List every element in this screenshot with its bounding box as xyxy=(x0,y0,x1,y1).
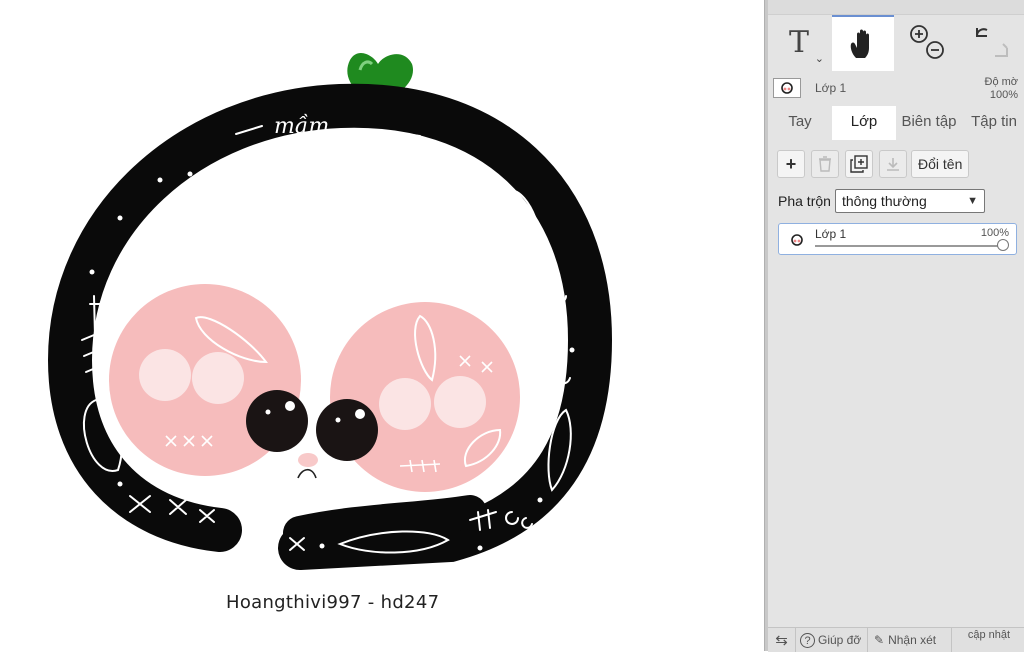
side-panel: T ⌄ Lớp 1 Độ mờ 100% Tay Lớp Biên tập Tậ… xyxy=(768,0,1024,652)
rename-layer-button[interactable]: Đổi tên xyxy=(911,150,970,178)
duplicate-layer-button[interactable] xyxy=(845,150,873,178)
update-link[interactable]: cập nhật xyxy=(954,630,1024,641)
face-mouth xyxy=(297,453,318,479)
merge-down-button[interactable] xyxy=(879,150,907,178)
duplicate-icon xyxy=(850,155,868,173)
artwork-label: mầm xyxy=(274,113,329,139)
help-icon: ? xyxy=(800,632,815,648)
panel-footer: ⇆ ? Giúp đỡ ✎ Nhận xét cập nhật xyxy=(768,627,1024,652)
current-layer-name: Lớp 1 xyxy=(815,81,847,95)
zoom-tool-button[interactable] xyxy=(896,15,958,69)
zoom-in-out-icon xyxy=(910,25,944,59)
artwork: mầm xyxy=(47,52,613,570)
chevron-down-icon[interactable]: ⌄ xyxy=(815,52,824,65)
blend-mode-label: Pha trộn xyxy=(778,193,831,209)
tool-row: T ⌄ xyxy=(768,15,1024,71)
blend-mode-value: thông thường xyxy=(842,193,927,209)
layer-opacity-slider[interactable] xyxy=(815,245,1003,247)
delete-layer-button[interactable] xyxy=(811,150,839,178)
trash-icon xyxy=(819,156,831,172)
drawing-canvas[interactable]: mầm Hoangthivi997 - hd247 xyxy=(0,0,764,651)
slider-handle[interactable] xyxy=(997,239,1009,251)
current-layer-info: Lớp 1 Độ mờ 100% xyxy=(768,70,1024,106)
layer-thumbnail[interactable] xyxy=(773,78,801,98)
undo-redo-button[interactable] xyxy=(960,15,1022,69)
swap-panel-button[interactable]: ⇆ xyxy=(768,628,796,652)
opacity-readout[interactable]: Độ mờ 100% xyxy=(985,76,1019,102)
tab-hand[interactable]: Tay xyxy=(768,106,832,140)
plus-icon: + xyxy=(785,153,797,174)
layer-list-item[interactable]: Lớp 1 100% xyxy=(778,223,1017,255)
layer-opacity: 100% xyxy=(980,227,1009,239)
chevron-down-icon: ▼ xyxy=(967,195,978,207)
feedback-button[interactable]: ✎ Nhận xét xyxy=(868,628,952,652)
layer-name: Lớp 1 xyxy=(815,227,847,241)
tab-file[interactable]: Tập tin xyxy=(964,106,1024,140)
panel-top-strip xyxy=(768,0,1024,15)
tab-edit[interactable]: Biên tập xyxy=(896,106,962,140)
layer-face-icon xyxy=(791,234,803,246)
merge-down-icon xyxy=(887,158,899,171)
layer-thumbnail-icon xyxy=(781,82,793,94)
opacity-label: Độ mờ xyxy=(984,76,1019,88)
panel-tabs: Tay Lớp Biên tập Tập tin xyxy=(768,106,1024,140)
opacity-value: 100% xyxy=(989,89,1018,101)
blend-mode-select[interactable]: thông thường ▼ xyxy=(835,189,985,213)
feedback-label: Nhận xét xyxy=(888,633,937,647)
help-label: Giúp đỡ xyxy=(818,633,862,647)
pencil-icon: ✎ xyxy=(874,633,885,647)
blend-mode-row: Pha trộn thông thường ▼ xyxy=(768,189,1024,215)
add-layer-button[interactable]: + xyxy=(777,150,805,178)
hand-icon xyxy=(850,29,869,58)
undo-redo-icon xyxy=(976,28,1008,57)
right-eye xyxy=(316,399,378,461)
text-tool-button[interactable]: T ⌄ xyxy=(768,15,830,69)
left-eye xyxy=(246,390,308,452)
text-icon: T xyxy=(788,24,809,60)
swap-arrows-icon: ⇆ xyxy=(775,632,788,649)
help-button[interactable]: ? Giúp đỡ xyxy=(796,628,868,652)
artist-signature: Hoangthivi997 - hd247 xyxy=(226,592,440,613)
hand-tool-button[interactable] xyxy=(832,15,894,71)
layer-action-buttons: + Đổi tên xyxy=(768,148,1024,182)
right-cheek xyxy=(330,302,520,492)
tab-layer[interactable]: Lớp xyxy=(832,106,896,140)
